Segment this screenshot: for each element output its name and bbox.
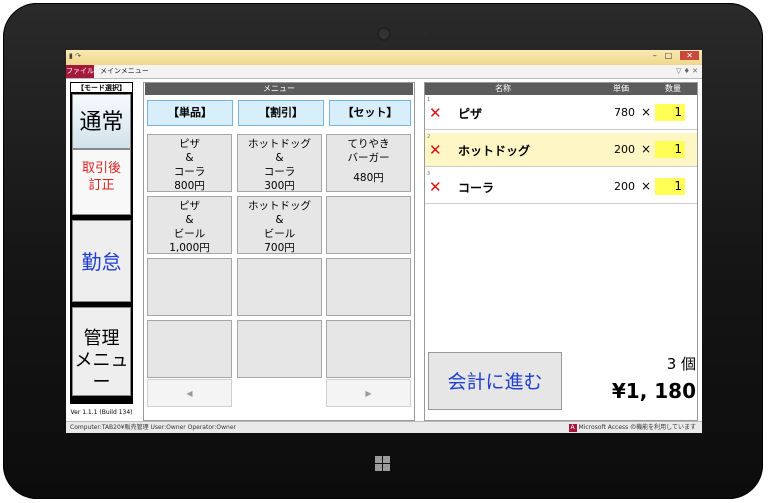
correction-label-2: 訂正 (88, 178, 115, 193)
category-set-button[interactable]: 【セット】 (329, 100, 411, 126)
mode-label: 【モード選択】 (70, 82, 133, 93)
order-item-qty[interactable]: 1 (655, 104, 685, 121)
prev-page-button[interactable]: ◀ (147, 379, 232, 407)
menu-item-empty[interactable] (326, 258, 411, 316)
order-item-name: ピザ (458, 107, 483, 121)
menu-item-line: ホットドッグ (248, 138, 311, 150)
status-access-note: A Microsoft Access の機能を利用しています (568, 422, 696, 433)
menu-header: メニュー (145, 83, 413, 95)
menu-item-line: ホットドッグ (248, 200, 311, 212)
status-access-text: Microsoft Access の機能を利用しています (578, 424, 696, 431)
col-name-header: 名称 (495, 84, 511, 93)
order-header: 名称 単価 数量 (425, 83, 697, 95)
menu-item-empty[interactable] (326, 320, 411, 378)
menu-item-line: てりやき (347, 138, 390, 150)
times-sign: × (641, 142, 652, 156)
menu-item-empty[interactable] (147, 258, 232, 316)
menu-item-price: 800円 (174, 180, 205, 192)
admin-label-1: 管理 (83, 328, 120, 349)
menu-item-button[interactable]: ピザ & ビール 1,000円 (147, 196, 232, 254)
category-single-button[interactable]: 【単品】 (147, 100, 233, 126)
category-discount-button[interactable]: 【割引】 (238, 100, 324, 126)
tab-main-menu[interactable]: メインメニュー (100, 65, 149, 78)
menu-item-price: 700円 (264, 242, 295, 254)
maximize-button[interactable]: □ (665, 51, 673, 60)
close-button[interactable]: ✕ (680, 51, 699, 60)
times-sign: × (641, 179, 652, 193)
order-item-price: 780 (614, 106, 635, 119)
delete-icon[interactable]: ✕ (429, 141, 442, 159)
menu-item-line: & (185, 152, 194, 164)
menu-item-line: ビール (173, 228, 206, 240)
menu-item-empty[interactable] (237, 320, 322, 378)
delete-icon[interactable]: ✕ (429, 178, 442, 196)
col-qty-header: 数量 (665, 84, 681, 93)
menu-item-line: ビール (263, 228, 296, 240)
menu-item-empty[interactable] (147, 320, 232, 378)
menu-item-button[interactable]: てりやき バーガー 480円 (326, 134, 411, 192)
order-item-name: ホットドッグ (458, 144, 531, 158)
tab-file[interactable]: ファイル (66, 65, 94, 78)
order-item-price: 200 (614, 180, 635, 193)
row-number: 2 (427, 134, 431, 140)
menu-item-button[interactable]: ホットドッグ & ビール 700円 (237, 196, 322, 254)
item-count: 3 個 (666, 355, 696, 373)
menu-item-line: ピザ (179, 138, 200, 150)
version-label: Ver 1.1.1 (Build 134) (70, 404, 133, 421)
order-item-name: コーラ (458, 181, 495, 195)
camera-icon (379, 29, 389, 39)
menu-item-line: & (275, 214, 284, 226)
attendance-button[interactable]: 勤怠 (72, 220, 131, 302)
admin-label-2: メニュー (74, 350, 129, 393)
menu-item-price: 300円 (264, 180, 295, 192)
delete-icon[interactable]: ✕ (429, 104, 442, 122)
menu-item-line: コーラ (173, 166, 206, 178)
title-bar: ▮ ↷ – □ ✕ (66, 50, 702, 65)
admin-menu-button[interactable]: 管理 メニュー (72, 307, 131, 396)
correction-mode-button[interactable]: 取引後 訂正 (72, 149, 131, 215)
next-page-button[interactable]: ▶ (326, 379, 411, 407)
correction-label-1: 取引後 (81, 161, 121, 176)
order-row[interactable]: 3 ✕ コーラ 200 × 1 (425, 170, 697, 204)
normal-mode-button[interactable]: 通常 (72, 94, 131, 149)
menu-item-button[interactable]: ホットドッグ & コーラ 300円 (237, 134, 322, 192)
row-number: 1 (427, 97, 431, 103)
menu-item-line: ピザ (179, 200, 200, 212)
order-item-price: 200 (614, 143, 635, 156)
ribbon-options[interactable]: ▽ ♦ ✕ (676, 65, 698, 78)
sensor-icon (422, 31, 427, 36)
access-icon: A (568, 424, 577, 432)
row-number: 3 (427, 171, 431, 177)
window-controls: – □ ✕ (653, 51, 699, 60)
order-row-selected[interactable]: 2 ✕ ホットドッグ 200 × 1 (425, 133, 697, 167)
windows-home-button[interactable] (375, 456, 391, 472)
menu-item-line: コーラ (263, 166, 296, 178)
menu-item-empty[interactable] (237, 258, 322, 316)
checkout-button[interactable]: 会計に進む (428, 352, 562, 410)
order-total: ¥1, 180 (611, 379, 696, 403)
menu-item-line: & (185, 214, 194, 226)
menu-item-price: 480円 (353, 172, 384, 184)
order-item-qty[interactable]: 1 (655, 178, 685, 195)
ribbon-tab-bar: ファイル メインメニュー ▽ ♦ ✕ (66, 65, 702, 79)
app-screen: ▮ ↷ – □ ✕ ファイル メインメニュー ▽ ♦ ✕ 【モード選択】 通常 … (66, 50, 702, 433)
mode-panel: 【モード選択】 通常 取引後 訂正 勤怠 管理 メニュー Ver 1.1.1 (… (70, 82, 133, 421)
minimize-button[interactable]: – (653, 51, 657, 60)
menu-item-price: 1,000円 (169, 242, 210, 254)
menu-item-line: & (275, 152, 284, 164)
status-user-info: Computer:TAB20¥販売管理 User:Owner Operator:… (70, 424, 236, 431)
menu-item-line: バーガー (347, 152, 390, 164)
order-item-qty[interactable]: 1 (655, 141, 685, 158)
status-bar: Computer:TAB20¥販売管理 User:Owner Operator:… (66, 421, 702, 433)
order-row[interactable]: 1 ✕ ピザ 780 × 1 (425, 96, 697, 130)
quick-access-toolbar[interactable]: ▮ ↷ (69, 52, 81, 60)
col-price-header: 単価 (613, 84, 629, 93)
times-sign: × (641, 105, 652, 119)
menu-item-empty[interactable] (326, 196, 411, 254)
menu-item-button[interactable]: ピザ & コーラ 800円 (147, 134, 232, 192)
